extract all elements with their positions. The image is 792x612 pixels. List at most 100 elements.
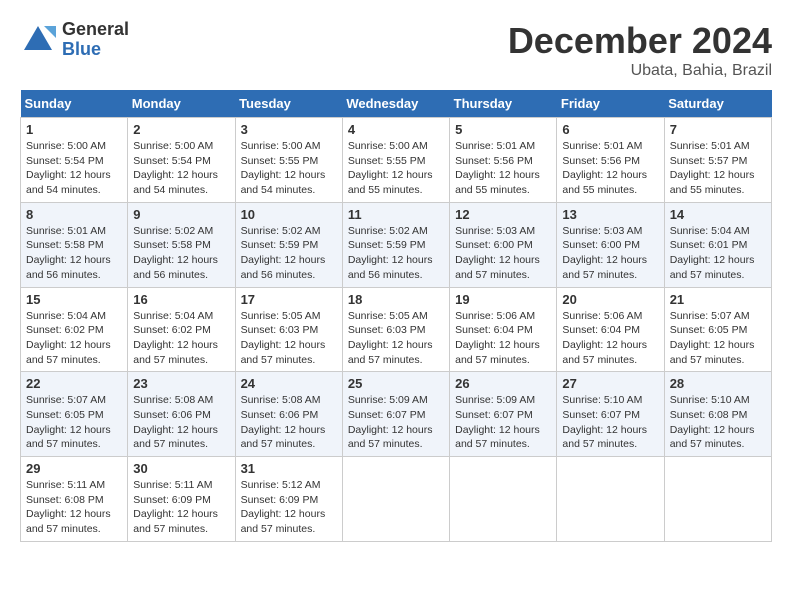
calendar-subtitle: Ubata, Bahia, Brazil: [508, 62, 772, 80]
calendar-week-row: 15Sunrise: 5:04 AMSunset: 6:02 PMDayligh…: [21, 287, 772, 372]
day-number: 21: [670, 292, 766, 307]
day-number: 14: [670, 207, 766, 222]
logo-blue: Blue: [62, 40, 129, 60]
day-info: Sunrise: 5:11 AMSunset: 6:08 PMDaylight:…: [26, 479, 111, 535]
calendar-day-cell: 2Sunrise: 5:00 AMSunset: 5:54 PMDaylight…: [128, 118, 235, 203]
day-info: Sunrise: 5:05 AMSunset: 6:03 PMDaylight:…: [241, 310, 326, 366]
day-info: Sunrise: 5:00 AMSunset: 5:54 PMDaylight:…: [26, 140, 111, 196]
calendar-day-cell: 11 Sunrise: 5:02 AMSunset: 5:59 PMDayligh…: [342, 202, 449, 287]
logo-general: General: [62, 20, 129, 40]
calendar-header-row: SundayMondayTuesdayWednesdayThursdayFrid…: [21, 90, 772, 118]
day-info: Sunrise: 5:00 AMSunset: 5:55 PMDaylight:…: [241, 140, 326, 196]
calendar-day-cell: 3 Sunrise: 5:00 AMSunset: 5:55 PMDaylight…: [235, 118, 342, 203]
day-info: Sunrise: 5:01 AMSunset: 5:56 PMDaylight:…: [562, 140, 647, 196]
calendar-day-cell: 15Sunrise: 5:04 AMSunset: 6:02 PMDayligh…: [21, 287, 128, 372]
calendar-day-cell: 24Sunrise: 5:08 AMSunset: 6:06 PMDayligh…: [235, 372, 342, 457]
day-info: Sunrise: 5:08 AMSunset: 6:06 PMDaylight:…: [241, 394, 326, 450]
day-number: 26: [455, 376, 551, 391]
calendar-week-row: 1 Sunrise: 5:00 AMSunset: 5:54 PMDaylight…: [21, 118, 772, 203]
calendar-week-row: 8 Sunrise: 5:01 AMSunset: 5:58 PMDaylight…: [21, 202, 772, 287]
header-saturday: Saturday: [664, 90, 771, 118]
day-info: Sunrise: 5:09 AMSunset: 6:07 PMDaylight:…: [348, 394, 433, 450]
day-number: 27: [562, 376, 658, 391]
day-number: 31: [241, 461, 337, 476]
calendar-week-row: 22Sunrise: 5:07 AMSunset: 6:05 PMDayligh…: [21, 372, 772, 457]
empty-cell: [450, 457, 557, 542]
calendar-day-cell: 13 Sunrise: 5:03 AMSunset: 6:00 PMDayligh…: [557, 202, 664, 287]
day-info: Sunrise: 5:03 AMSunset: 6:00 PMDaylight:…: [455, 225, 540, 281]
calendar-day-cell: 10Sunrise: 5:02 AMSunset: 5:59 PMDayligh…: [235, 202, 342, 287]
calendar-day-cell: 17 Sunrise: 5:05 AMSunset: 6:03 PMDayligh…: [235, 287, 342, 372]
calendar-day-cell: 27 Sunrise: 5:10 AMSunset: 6:07 PMDayligh…: [557, 372, 664, 457]
calendar-day-cell: 1 Sunrise: 5:00 AMSunset: 5:54 PMDaylight…: [21, 118, 128, 203]
day-info: Sunrise: 5:06 AMSunset: 6:04 PMDaylight:…: [455, 310, 540, 366]
day-info: Sunrise: 5:02 AMSunset: 5:58 PMDaylight:…: [133, 225, 218, 281]
day-info: Sunrise: 5:07 AMSunset: 6:05 PMDaylight:…: [670, 310, 755, 366]
header-monday: Monday: [128, 90, 235, 118]
calendar-day-cell: 16Sunrise: 5:04 AMSunset: 6:02 PMDayligh…: [128, 287, 235, 372]
header-tuesday: Tuesday: [235, 90, 342, 118]
day-number: 29: [26, 461, 122, 476]
calendar-day-cell: 30Sunrise: 5:11 AMSunset: 6:09 PMDayligh…: [128, 457, 235, 542]
day-number: 8: [26, 207, 122, 222]
day-info: Sunrise: 5:00 AMSunset: 5:55 PMDaylight:…: [348, 140, 433, 196]
day-number: 17: [241, 292, 337, 307]
day-number: 1: [26, 122, 122, 137]
day-number: 19: [455, 292, 551, 307]
day-number: 10: [241, 207, 337, 222]
day-info: Sunrise: 5:09 AMSunset: 6:07 PMDaylight:…: [455, 394, 540, 450]
calendar-day-cell: 14 Sunrise: 5:04 AMSunset: 6:01 PMDayligh…: [664, 202, 771, 287]
day-info: Sunrise: 5:12 AMSunset: 6:09 PMDaylight:…: [241, 479, 326, 535]
day-number: 11: [348, 207, 444, 222]
day-number: 9: [133, 207, 229, 222]
day-info: Sunrise: 5:03 AMSunset: 6:00 PMDaylight:…: [562, 225, 647, 281]
day-info: Sunrise: 5:08 AMSunset: 6:06 PMDaylight:…: [133, 394, 218, 450]
day-number: 4: [348, 122, 444, 137]
day-info: Sunrise: 5:01 AMSunset: 5:56 PMDaylight:…: [455, 140, 540, 196]
calendar-week-row: 29 Sunrise: 5:11 AMSunset: 6:08 PMDayligh…: [21, 457, 772, 542]
calendar-day-cell: 19 Sunrise: 5:06 AMSunset: 6:04 PMDayligh…: [450, 287, 557, 372]
day-number: 12: [455, 207, 551, 222]
calendar-day-cell: 5 Sunrise: 5:01 AMSunset: 5:56 PMDaylight…: [450, 118, 557, 203]
calendar-day-cell: 23Sunrise: 5:08 AMSunset: 6:06 PMDayligh…: [128, 372, 235, 457]
calendar-day-cell: 28Sunrise: 5:10 AMSunset: 6:08 PMDayligh…: [664, 372, 771, 457]
calendar-table: SundayMondayTuesdayWednesdayThursdayFrid…: [20, 90, 772, 542]
logo-icon: [20, 22, 56, 58]
empty-cell: [664, 457, 771, 542]
day-info: Sunrise: 5:07 AMSunset: 6:05 PMDaylight:…: [26, 394, 111, 450]
day-number: 2: [133, 122, 229, 137]
calendar-day-cell: 20 Sunrise: 5:06 AMSunset: 6:04 PMDayligh…: [557, 287, 664, 372]
page-header: General Blue December 2024 Ubata, Bahia,…: [20, 20, 772, 80]
day-info: Sunrise: 5:06 AMSunset: 6:04 PMDaylight:…: [562, 310, 647, 366]
empty-cell: [342, 457, 449, 542]
logo: General Blue: [20, 20, 129, 60]
header-thursday: Thursday: [450, 90, 557, 118]
day-number: 13: [562, 207, 658, 222]
day-info: Sunrise: 5:01 AMSunset: 5:58 PMDaylight:…: [26, 225, 111, 281]
day-info: Sunrise: 5:04 AMSunset: 6:01 PMDaylight:…: [670, 225, 755, 281]
day-info: Sunrise: 5:10 AMSunset: 6:07 PMDaylight:…: [562, 394, 647, 450]
calendar-day-cell: 4 Sunrise: 5:00 AMSunset: 5:55 PMDaylight…: [342, 118, 449, 203]
calendar-day-cell: 6 Sunrise: 5:01 AMSunset: 5:56 PMDaylight…: [557, 118, 664, 203]
day-info: Sunrise: 5:11 AMSunset: 6:09 PMDaylight:…: [133, 479, 218, 535]
day-info: Sunrise: 5:02 AMSunset: 5:59 PMDaylight:…: [348, 225, 433, 281]
day-number: 20: [562, 292, 658, 307]
day-number: 16: [133, 292, 229, 307]
day-number: 5: [455, 122, 551, 137]
header-friday: Friday: [557, 90, 664, 118]
day-number: 3: [241, 122, 337, 137]
header-sunday: Sunday: [21, 90, 128, 118]
calendar-day-cell: 29 Sunrise: 5:11 AMSunset: 6:08 PMDayligh…: [21, 457, 128, 542]
calendar-day-cell: 25 Sunrise: 5:09 AMSunset: 6:07 PMDayligh…: [342, 372, 449, 457]
empty-cell: [557, 457, 664, 542]
day-number: 7: [670, 122, 766, 137]
header-wednesday: Wednesday: [342, 90, 449, 118]
day-number: 18: [348, 292, 444, 307]
calendar-day-cell: 26 Sunrise: 5:09 AMSunset: 6:07 PMDayligh…: [450, 372, 557, 457]
day-number: 15: [26, 292, 122, 307]
calendar-day-cell: 7Sunrise: 5:01 AMSunset: 5:57 PMDaylight…: [664, 118, 771, 203]
title-block: December 2024 Ubata, Bahia, Brazil: [508, 20, 772, 80]
day-number: 25: [348, 376, 444, 391]
day-info: Sunrise: 5:10 AMSunset: 6:08 PMDaylight:…: [670, 394, 755, 450]
day-number: 6: [562, 122, 658, 137]
